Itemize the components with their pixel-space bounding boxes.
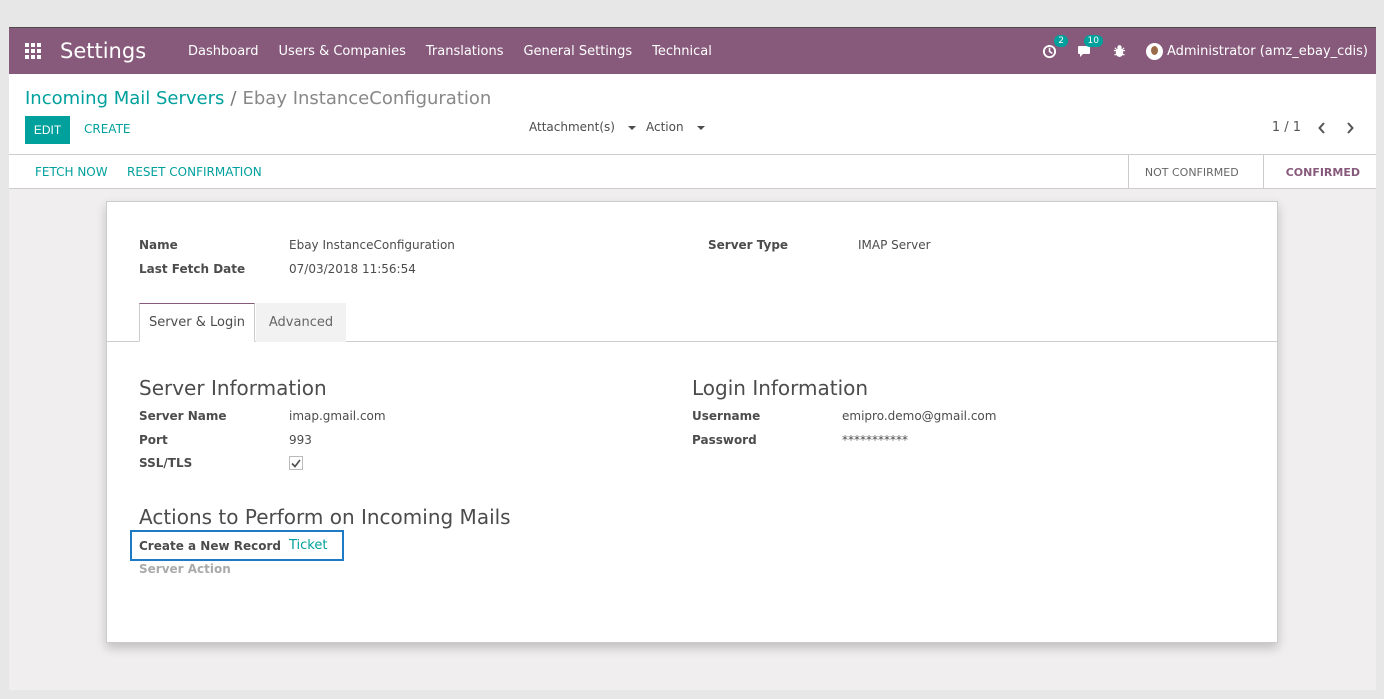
reset-confirmation-button[interactable]: RESET CONFIRMATION [127,165,262,179]
password-value: *********** [842,433,908,447]
top-menu: Dashboard Users & Companies Translations… [188,44,732,59]
tab-advanced[interactable]: Advanced [256,303,346,342]
attachments-label: Attachment(s) [529,120,615,134]
menu-translations[interactable]: Translations [426,44,504,59]
debug-bug-icon[interactable] [1111,42,1129,60]
name-label: Name [139,238,178,252]
last-fetch-date-value: 07/03/2018 11:56:54 [289,262,416,276]
last-fetch-date-label: Last Fetch Date [139,262,246,276]
server-type-label: Server Type [708,238,789,252]
create-new-record-value[interactable]: Ticket [289,538,327,553]
ssl-tls-checkbox[interactable] [289,456,303,470]
menu-technical[interactable]: Technical [652,44,712,59]
activity-clock-icon[interactable]: 2 [1041,35,1068,60]
name-value: Ebay InstanceConfiguration [289,238,455,252]
breadcrumb-separator: / [230,88,237,109]
chevron-right-icon[interactable] [1343,121,1357,135]
username-value: emipro.demo@gmail.com [842,409,997,423]
app-window: Settings Dashboard Users & Companies Tra… [9,27,1376,690]
server-type-value: IMAP Server [858,238,931,252]
username-label: Username [692,409,761,423]
menu-general-settings[interactable]: General Settings [523,44,632,59]
port-value: 993 [289,433,312,447]
apps-grid-icon[interactable] [25,43,41,59]
status-not-confirmed[interactable]: NOT CONFIRMED [1127,155,1263,189]
server-name-value: imap.gmail.com [289,409,386,423]
edit-button[interactable]: EDIT [25,116,70,144]
messages-chat-icon[interactable]: 10 [1076,35,1103,60]
menu-dashboard[interactable]: Dashboard [188,44,259,59]
actions-title: Actions to Perform on Incoming Mails [139,505,511,529]
create-new-record-label: Create a New Record [139,539,281,553]
login-information-title: Login Information [692,376,869,400]
menu-users-companies[interactable]: Users & Companies [279,44,406,59]
form-sheet: Name Ebay InstanceConfiguration Last Fet… [106,201,1278,643]
breadcrumb-current: Ebay InstanceConfiguration [242,88,492,109]
control-panel: Incoming Mail Servers / Ebay InstanceConfi… [9,74,1376,155]
create-button[interactable]: CREATE [84,122,131,136]
breadcrumb-incoming-mail-servers[interactable]: Incoming Mail Servers [25,88,224,109]
checkmark-icon [291,459,301,468]
status-pipeline: NOT CONFIRMED CONFIRMED [1127,155,1376,189]
form-statusbar: FETCH NOW RESET CONFIRMATION NOT CONFIRM… [9,155,1376,189]
attachments-dropdown[interactable]: Attachment(s) [529,120,636,134]
action-dropdown[interactable]: Action [646,120,705,134]
pager-value[interactable]: 1 / 1 [1272,120,1301,135]
tab-server-login[interactable]: Server & Login [139,303,255,342]
fetch-now-button[interactable]: FETCH NOW [35,165,108,179]
app-title: Settings [60,39,147,63]
server-name-label: Server Name [139,409,227,423]
main-navbar: Settings Dashboard Users & Companies Tra… [9,28,1376,74]
chevron-left-icon[interactable] [1315,121,1329,135]
messages-badge: 10 [1083,35,1103,47]
password-label: Password [692,433,757,447]
caret-down-icon [696,125,705,130]
user-avatar [1145,42,1163,60]
user-menu[interactable]: Administrator (amz_ebay_cdis) [1145,42,1368,60]
activity-badge: 2 [1054,35,1068,47]
user-name: Administrator (amz_ebay_cdis) [1166,43,1368,59]
ssl-tls-label: SSL/TLS [139,456,193,470]
server-information-title: Server Information [139,376,327,400]
systray: 2 10 Administrator (amz_ebay_cdis) [1041,28,1376,74]
breadcrumb: Incoming Mail Servers / Ebay InstanceConfi… [25,88,491,109]
sidebar-actions: Attachment(s) Action [529,120,715,134]
port-label: Port [139,433,168,447]
caret-down-icon [627,125,636,130]
status-confirmed[interactable]: CONFIRMED [1262,155,1376,189]
pager: 1 / 1 [1272,120,1357,135]
server-action-label: Server Action [139,562,231,576]
action-label: Action [645,120,684,134]
